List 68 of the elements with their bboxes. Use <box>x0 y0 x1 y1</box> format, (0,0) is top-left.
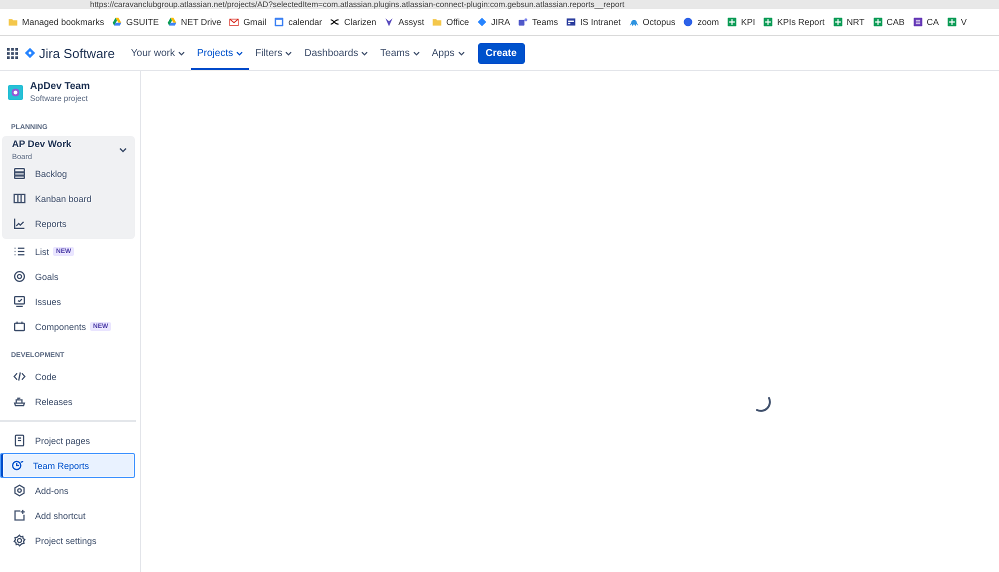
bookmark[interactable]: NRT <box>828 17 868 27</box>
nav-menu-item[interactable]: Teams <box>374 36 426 70</box>
bookmark[interactable]: V <box>942 17 971 27</box>
address-bar[interactable]: https://caravanclubgroup.atlassian.net/projects/AD?selectedItem=com.atlassian.plugins.atlassian-connect-plugin:com.gebsun.atlassian.reports__report <box>0 0 999 9</box>
sidebar-item[interactable]: Issues <box>2 289 135 314</box>
create-button[interactable]: Create <box>478 42 525 64</box>
folder-icon <box>8 17 18 27</box>
settings-icon <box>13 534 26 547</box>
chevron-down-icon <box>285 50 292 56</box>
releases-icon <box>13 395 26 408</box>
bookmark[interactable]: CAB <box>868 17 909 27</box>
nav-menu-item[interactable]: Filters <box>249 36 298 70</box>
bookmark[interactable]: Managed bookmarks <box>4 17 108 27</box>
project-avatar-icon <box>8 84 23 100</box>
code-icon <box>13 370 26 383</box>
nav-menu-item[interactable]: Dashboards <box>298 36 374 70</box>
nav-menu-item[interactable]: Projects <box>190 36 250 70</box>
diamond-logo-icon <box>24 47 36 59</box>
goals-icon <box>13 270 26 283</box>
bookmark[interactable]: IS Intranet <box>562 17 625 27</box>
bookmark[interactable]: Clarizen <box>326 17 380 27</box>
backlog-icon <box>13 167 26 180</box>
folder-icon <box>432 17 442 27</box>
chevron-down-icon <box>458 50 465 56</box>
calendar-icon <box>274 17 284 27</box>
bookmark[interactable]: calendar <box>270 17 326 27</box>
project-type: Software project <box>30 94 89 103</box>
bookmark[interactable]: KPIs Report <box>759 17 829 27</box>
sidebar-item[interactable]: Releases <box>2 389 135 414</box>
bookmark[interactable]: zoom <box>679 17 723 27</box>
sidebar-item[interactable]: Add shortcut <box>2 503 135 528</box>
octopus-icon <box>628 17 639 27</box>
reports-icon <box>13 217 26 230</box>
shuffle-icon <box>330 17 340 27</box>
product-name[interactable]: Jira Software <box>39 46 115 60</box>
project-name: ApDev Team <box>30 81 90 92</box>
bookmark[interactable]: GSUITE <box>108 17 163 27</box>
sidebar-item[interactable]: Backlog <box>2 161 78 186</box>
bookmark[interactable]: Gmail <box>225 17 270 27</box>
bookmark[interactable]: KPI <box>722 17 760 27</box>
chevron-down-icon <box>236 50 244 56</box>
app-switcher-icon[interactable] <box>7 48 18 58</box>
bookmark[interactable]: JIRA <box>473 17 514 27</box>
list-icon <box>13 245 26 258</box>
chevron-down-icon <box>178 50 185 56</box>
nav-menu-item[interactable]: Your work <box>124 36 191 70</box>
sidebar-item[interactable]: Code <box>2 364 135 389</box>
sidebar-item[interactable]: Team Reports <box>0 453 135 478</box>
bookmark[interactable]: NET Drive <box>162 17 226 27</box>
kanban-icon <box>13 192 26 205</box>
board-name[interactable]: AP Dev Work <box>12 139 72 150</box>
url-text: https://caravanclubgroup.atlassian.net/projects/AD?selectedItem=com.atlassian.plugins.atlassian-connect-plugin:com.gebsun.atlassian.reports__report <box>90 0 624 9</box>
bookmark[interactable]: CA <box>908 17 943 27</box>
chevron-down-icon <box>412 50 420 56</box>
sidebar-item[interactable]: Project settings <box>2 528 135 553</box>
loading-spinner-icon <box>753 394 773 414</box>
sidebar-item[interactable]: Goals <box>2 264 135 289</box>
bookmark[interactable]: Office <box>428 17 474 27</box>
sidebar-item[interactable]: Reports <box>2 211 78 236</box>
chevron-down-icon <box>361 50 368 56</box>
sidebar-item[interactable]: Add-ons <box>2 478 135 503</box>
bookmark[interactable]: Assyst <box>380 17 428 27</box>
chevron-down-icon[interactable] <box>119 146 127 154</box>
sidebar-item[interactable]: Kanban board <box>2 186 103 211</box>
bookmark[interactable]: Octopus <box>624 17 680 27</box>
sidebar-item[interactable]: Project pages <box>2 428 135 453</box>
bookmark[interactable]: Teams <box>514 17 562 27</box>
nav-menu-item[interactable]: Apps <box>426 36 471 70</box>
